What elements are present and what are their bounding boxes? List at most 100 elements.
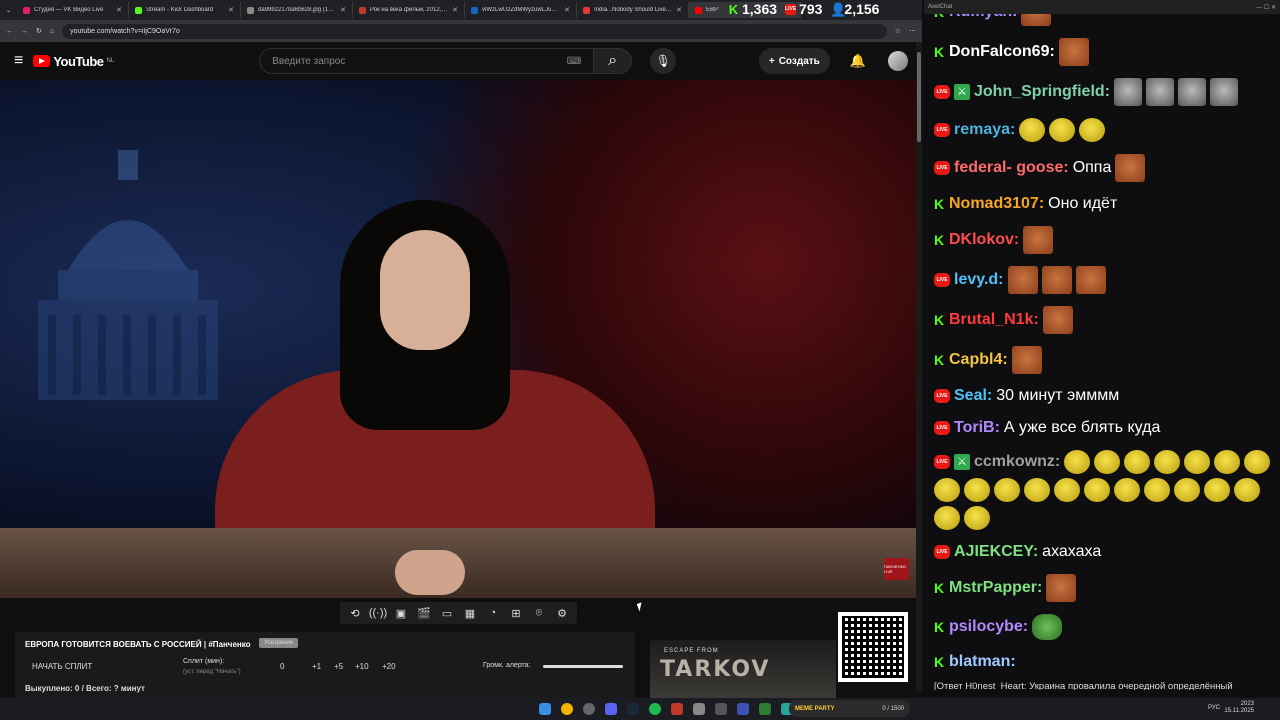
split-min-hint: (уст. перед "Начать") [183, 669, 241, 675]
split-panel: ЕВРОПА ГОТОВИТСЯ ВОЕВАТЬ С РОССИЕЙ | #Па… [15, 632, 635, 698]
create-label: Создать [778, 55, 820, 67]
browser-tab[interactable]: da99b2217ba6b628.jpg (1378 ✕ [241, 2, 354, 18]
broadcast-icon[interactable]: ((·)) [369, 605, 387, 621]
search-placeholder: Введите запрос [272, 55, 346, 67]
alert-volume-slider[interactable] [543, 665, 623, 668]
clip-icon[interactable]: 🎬 [415, 605, 433, 621]
chat-username[interactable]: John_Springfield: [974, 82, 1110, 102]
discord-icon[interactable] [605, 703, 617, 715]
chat-emote-icon [1042, 306, 1073, 334]
create-button[interactable]: + Создать [758, 48, 830, 74]
region-code: NL [106, 58, 115, 64]
bookmark-icon[interactable]: ☆ [895, 27, 901, 35]
notifications-icon[interactable]: 🔔 [850, 53, 866, 69]
close-icon[interactable]: ✕ [564, 6, 570, 14]
clock[interactable]: 2023 15.11.2025 [1224, 701, 1254, 715]
tab-favicon-icon [23, 6, 31, 14]
chat-username[interactable]: levy.d: [954, 270, 1004, 290]
browser-tab[interactable]: Рок на века фильм, 2012, до... ✕ [353, 2, 466, 18]
window-controls-icon[interactable]: — ☐ ✕ [1256, 4, 1276, 11]
home-icon[interactable]: ⌂ [50, 28, 54, 35]
grid-icon[interactable]: ▦ [461, 605, 479, 621]
close-icon[interactable]: ✕ [676, 6, 682, 14]
tab-list-icon[interactable]: ⌄ [0, 7, 17, 14]
chat-username[interactable]: MstrPapper: [949, 578, 1042, 598]
chat-username[interactable]: Brutal_N1k: [949, 310, 1039, 330]
close-icon[interactable]: ✕ [116, 6, 122, 14]
settings-icon[interactable]: ⚙ [553, 605, 571, 621]
loop-icon[interactable]: ⟲ [346, 605, 364, 621]
youtube-logo[interactable]: YouTube NL [33, 54, 114, 69]
viewer-stats: K 1,363 LIVE 793 👤 2,156 [728, 0, 880, 18]
clock-date: 15.11.2025 [1224, 708, 1254, 714]
live-icon: LIVE [934, 161, 950, 175]
picture-in-picture-icon[interactable]: ▭ [438, 605, 456, 621]
keyboard-icon[interactable]: ⌨ [567, 56, 581, 67]
split-value[interactable]: 0 [280, 662, 284, 671]
start-split-button[interactable]: НАЧАТЬ СПЛИТ [32, 662, 92, 671]
chat-username[interactable]: ToriB: [954, 418, 1000, 438]
chat-username[interactable]: DonFalcon69: [949, 42, 1055, 62]
page-scrollbar[interactable] [916, 42, 922, 692]
app-icon[interactable] [693, 703, 705, 715]
chat-username[interactable]: blatman: [949, 652, 1016, 672]
meme-party-widget[interactable]: MEME PARTY 0 / 1500 [789, 700, 910, 717]
obs-icon[interactable] [583, 703, 595, 715]
chat-username[interactable]: AJIEKCEY: [954, 542, 1038, 562]
live-icon: LIVE [934, 273, 950, 287]
chat-username[interactable]: Seal: [954, 386, 992, 406]
address-bar[interactable]: youtube.com/watch?v=itjC9OaVr7o [62, 23, 887, 39]
app-icon[interactable] [671, 703, 683, 715]
extensions-icon[interactable]: ⋯ [909, 27, 916, 35]
chrome-icon[interactable] [561, 703, 573, 715]
speed-icon[interactable]: ◔ [484, 605, 502, 621]
back-icon[interactable]: ← [6, 28, 13, 35]
app-icon[interactable] [737, 703, 749, 715]
chat-username[interactable]: psilocybe: [949, 617, 1028, 637]
voice-search-button[interactable]: 🎙 [650, 48, 677, 74]
chat-emote-icon [1084, 478, 1110, 502]
chat-username[interactable]: DKlokov: [949, 230, 1019, 250]
avatar[interactable] [888, 51, 908, 71]
search-input[interactable]: Введите запрос ⌨ [259, 48, 595, 74]
total-viewers-count: 2,156 [844, 1, 880, 17]
chat-message: K Brutal_N1k: [934, 306, 1280, 334]
browser-tab[interactable]: Stream - Kick Dashboard ✕ [129, 2, 242, 18]
browser-tab[interactable]: Студия — VK Видео Live ✕ [17, 2, 130, 18]
close-icon[interactable]: ✕ [340, 6, 346, 14]
microphone-icon: 🎙 [655, 54, 671, 68]
forward-icon[interactable]: → [21, 28, 28, 35]
chat-username[interactable]: federal- goose: [954, 158, 1069, 178]
app-icon[interactable] [715, 703, 727, 715]
chat-message: LIVE remaya: [934, 118, 1280, 142]
close-icon[interactable]: ✕ [452, 6, 458, 14]
video-player[interactable]: ПАНЧЕНКО LIVE [0, 80, 916, 598]
reload-icon[interactable]: ↻ [36, 27, 42, 35]
chat-username[interactable]: Capbl4: [949, 350, 1008, 370]
language-indicator[interactable]: РУС [1208, 705, 1220, 711]
browser-tab[interactable]: India...Nobody Should Live I... ✕ [577, 2, 690, 18]
increment-1-button[interactable]: +1 [312, 662, 321, 671]
app-icon[interactable] [759, 703, 771, 715]
close-icon[interactable]: ✕ [228, 6, 234, 14]
menu-icon[interactable]: ≡ [14, 52, 23, 70]
chat-message: K DonFalcon69: [934, 38, 1280, 66]
add-icon[interactable]: ⊞ [507, 605, 525, 621]
camera-icon[interactable]: ⌾ [530, 605, 548, 621]
increment-20-button[interactable]: +20 [382, 662, 396, 671]
chat-username[interactable]: remaya: [954, 120, 1015, 140]
screenshot-icon[interactable]: ▣ [392, 605, 410, 621]
increment-10-button[interactable]: +10 [355, 662, 369, 671]
browser-tab[interactable]: vlWzLwU2ZdMWyzuwLJuQsl... ✕ [465, 2, 578, 18]
steam-icon[interactable] [627, 703, 639, 715]
browser-window: ⌄ Студия — VK Видео Live ✕ Stream - Kick Da… [0, 0, 922, 698]
windows-start-icon[interactable] [539, 703, 551, 715]
chat-text: А уже все блять куда [1003, 419, 1161, 436]
chat-username[interactable]: Nomad3107: [949, 194, 1044, 214]
spotify-icon[interactable] [649, 703, 661, 715]
search-button[interactable]: ⌕ [594, 48, 633, 74]
increment-5-button[interactable]: +5 [334, 662, 343, 671]
chat-username[interactable]: ccmkownz: [974, 452, 1060, 472]
channel-watermark: ПАНЧЕНКО LIVE [884, 558, 909, 580]
tab-title: Студия — VK Видео Live [34, 7, 104, 13]
